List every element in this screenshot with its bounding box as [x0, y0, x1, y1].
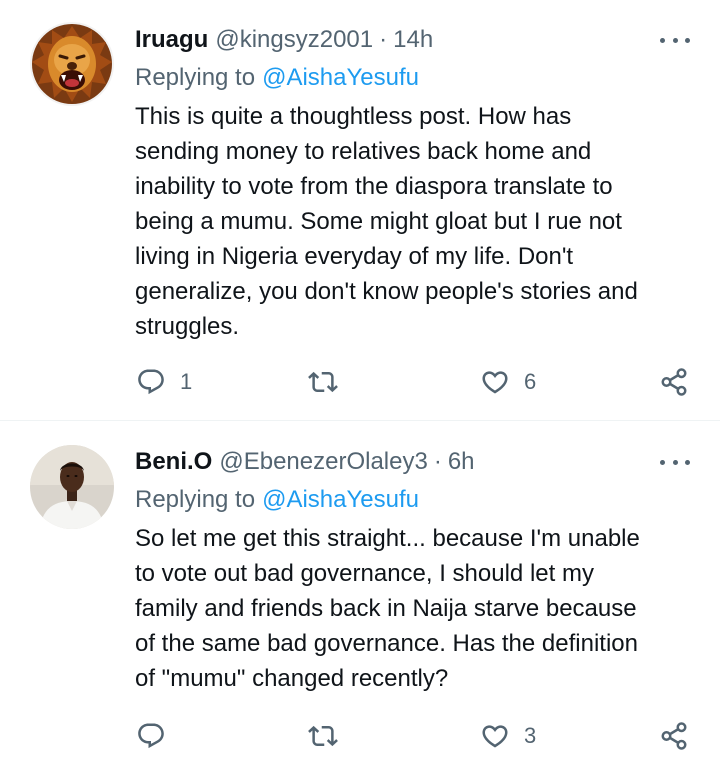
reply-icon [138, 723, 164, 749]
timestamp[interactable]: 14h [393, 26, 433, 54]
tweet-text: So let me get this straight... because I… [135, 525, 640, 692]
like-button[interactable]: 3 [480, 719, 536, 753]
tweet-text: This is quite a thoughtless post. How ha… [135, 103, 638, 340]
more-options-icon[interactable] [660, 30, 690, 50]
reply-button[interactable]: 1 [136, 365, 192, 399]
replying-to: Replying to @AishaYesufu [135, 483, 419, 517]
user-handle[interactable]: @EbenezerOlaley3 [219, 448, 427, 476]
mention-link[interactable]: @AishaYesufu [262, 486, 419, 514]
separator-dot: · [433, 448, 442, 475]
more-options-icon[interactable] [660, 452, 690, 472]
share-icon [661, 722, 687, 750]
tweet-actions: 1 6 [0, 365, 720, 399]
like-button[interactable]: 6 [480, 365, 536, 399]
reply-button[interactable] [136, 719, 180, 753]
tweet-header: Beni.O @EbenezerOlaley3 · 6h [135, 445, 475, 479]
replying-to-label: Replying to [135, 64, 256, 91]
retweet-icon [308, 725, 338, 747]
share-button[interactable] [659, 365, 689, 399]
retweet-icon [308, 371, 338, 393]
lion-avatar-icon [30, 22, 114, 106]
avatar[interactable] [30, 22, 114, 106]
reply-count: 1 [180, 369, 193, 394]
like-count: 6 [524, 369, 537, 394]
like-icon [482, 371, 508, 394]
retweet-button[interactable] [308, 365, 352, 399]
display-name[interactable]: Iruagu [135, 26, 208, 54]
timestamp[interactable]: 6h [448, 448, 475, 476]
tweet-header: Iruagu @kingsyz2001 · 14h [135, 23, 433, 57]
person-avatar-icon [30, 445, 114, 529]
replying-to: Replying to @AishaYesufu [135, 61, 419, 95]
mention-link[interactable]: @AishaYesufu [262, 64, 419, 92]
reply-icon [138, 369, 164, 395]
separator-dot: · [379, 26, 388, 53]
tweet[interactable]: Iruagu @kingsyz2001 · 14h Replying to @A… [0, 0, 720, 420]
replying-to-label: Replying to [135, 486, 256, 513]
avatar[interactable] [30, 445, 114, 529]
tweet-actions: 3 [0, 719, 720, 753]
user-handle[interactable]: @kingsyz2001 [215, 26, 373, 54]
share-icon [661, 368, 687, 396]
retweet-button[interactable] [308, 719, 352, 753]
display-name[interactable]: Beni.O [135, 448, 212, 476]
like-icon [482, 725, 508, 748]
tweet[interactable]: Beni.O @EbenezerOlaley3 · 6h Replying to… [0, 421, 720, 775]
like-count: 3 [524, 723, 537, 748]
share-button[interactable] [659, 719, 689, 753]
